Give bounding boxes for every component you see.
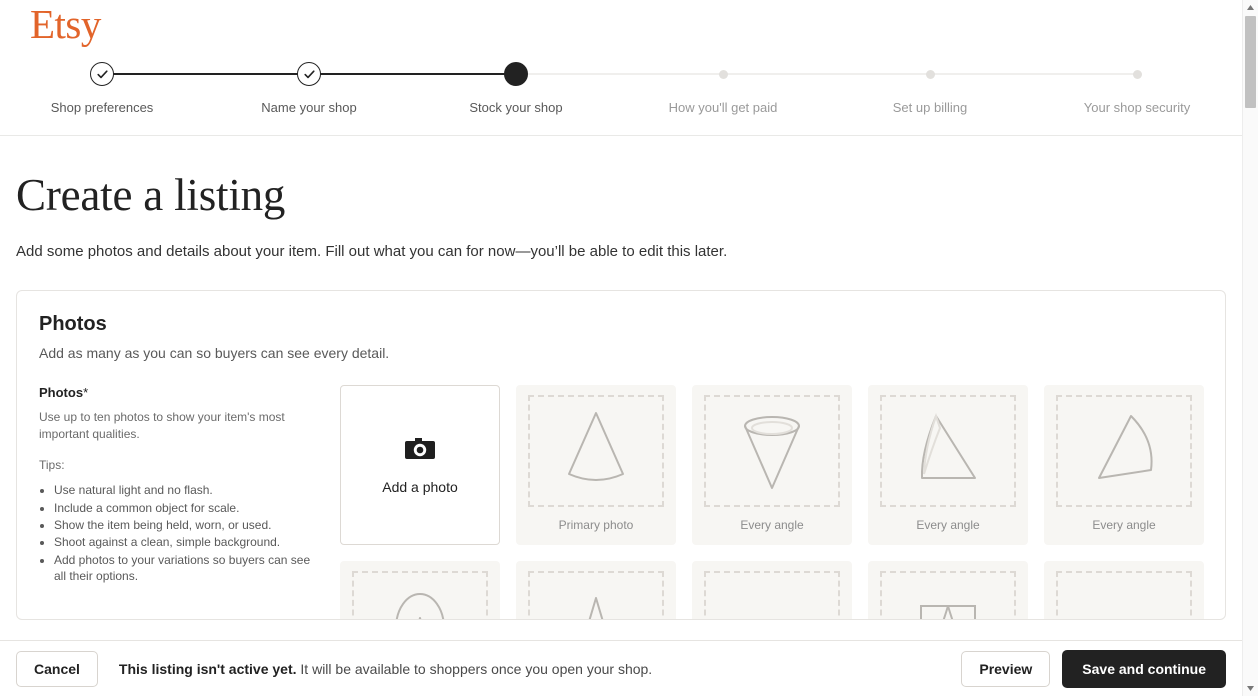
stepper-connector	[723, 73, 930, 75]
tip-item: Show the item being held, worn, or used.	[54, 517, 320, 533]
photo-placeholder-tile[interactable]: Every angle	[1044, 385, 1204, 546]
page-subtitle: Add some photos and details about your i…	[16, 243, 728, 261]
stepper-connector	[309, 73, 516, 75]
photo-placeholder-tile[interactable]	[1044, 561, 1204, 620]
required-marker: *	[83, 385, 89, 401]
step-pending-dot-icon	[718, 69, 728, 79]
photo-placeholder-tile[interactable]	[340, 561, 500, 620]
scroll-up-arrow-icon[interactable]	[1243, 0, 1258, 15]
photo-dropzone[interactable]	[528, 571, 664, 620]
stepper-step-label: Set up billing	[892, 100, 968, 115]
stepper-connector	[102, 73, 309, 75]
tip-item: Shoot against a clean, simple background…	[54, 534, 320, 550]
photo-dropzone[interactable]	[880, 571, 1016, 620]
photo-placeholder-tile[interactable]: Every angle	[692, 385, 852, 546]
scrollbar-thumb[interactable]	[1245, 16, 1256, 108]
photo-dropzone[interactable]	[704, 571, 840, 620]
photo-placeholder-tile[interactable]: Every angle	[868, 385, 1028, 546]
bottom-action-bar: Cancel This listing isn't active yet. It…	[0, 640, 1242, 696]
photo-placeholder-tile[interactable]	[868, 561, 1028, 620]
photos-help-column: Photos* Use up to ten photos to show you…	[39, 385, 340, 619]
browser-viewport: Etsy Shop preferences Name your shop Stock…	[0, 0, 1258, 696]
photo-placeholder-label: Every angle	[916, 518, 980, 533]
stepper-step-1[interactable]: Shop preferences	[22, 58, 182, 115]
stepper-connector	[516, 73, 723, 75]
photo-placeholder-tile[interactable]	[516, 561, 676, 620]
stepper-step-label: Stock your shop	[469, 100, 563, 115]
listing-status-text: This listing isn't active yet. It will b…	[119, 661, 652, 677]
camera-icon	[405, 436, 435, 466]
step-complete-check-icon	[297, 62, 321, 86]
photo-dropzone[interactable]	[1056, 395, 1192, 508]
page-root: Etsy Shop preferences Name your shop Stock…	[0, 0, 1242, 696]
tips-list: Use natural light and no flash. Include a…	[39, 482, 320, 584]
save-and-continue-button[interactable]: Save and continue	[1062, 649, 1226, 688]
stepper-step-label: Shop preferences	[50, 100, 154, 115]
step-pending-dot-icon	[925, 69, 935, 79]
step-pending-dot-icon	[1132, 69, 1142, 79]
listing-status-rest: It will be available to shoppers once yo…	[296, 660, 653, 677]
photo-placeholder-tile[interactable]: Primary photo	[516, 385, 676, 546]
listing-status-bold: This listing isn't active yet.	[118, 660, 297, 677]
page-title: Create a listing	[16, 170, 286, 220]
page-scrollbar[interactable]	[1242, 0, 1258, 696]
stepper-step-4: How you'll get paid	[643, 58, 803, 115]
add-photo-tile[interactable]: Add a photo	[340, 385, 500, 546]
stepper-step-3[interactable]: Stock your shop	[436, 58, 596, 115]
photo-dropzone[interactable]	[352, 571, 488, 620]
tip-item: Include a common object for scale.	[54, 500, 320, 516]
photos-card-title: Photos	[39, 313, 107, 336]
stepper-step-6: Your shop security	[1057, 58, 1217, 115]
tip-item: Add photos to your variations so buyers …	[54, 552, 320, 585]
stepper-step-2[interactable]: Name your shop	[229, 58, 389, 115]
scroll-down-arrow-icon[interactable]	[1243, 681, 1258, 696]
tip-item: Use natural light and no flash.	[54, 482, 320, 498]
cancel-button[interactable]: Cancel	[16, 650, 98, 687]
stepper-step-label: How you'll get paid	[668, 100, 778, 115]
photo-dropzone[interactable]	[528, 395, 664, 508]
photo-placeholder-tile[interactable]	[692, 561, 852, 620]
photos-grid: Add a photo Primary photo Every angle Every…	[340, 385, 1204, 620]
onboarding-stepper: Shop preferences Name your shop Stock your…	[0, 58, 1242, 120]
preview-button[interactable]: Preview	[961, 650, 1051, 687]
photo-placeholder-label: Primary photo	[558, 518, 634, 533]
page-content: Create a listing Add some photos and det…	[0, 136, 1242, 640]
photos-field-label: Photos*	[39, 385, 320, 400]
photos-card-subtitle: Add as many as you can so buyers can see…	[39, 345, 390, 362]
photo-dropzone[interactable]	[704, 395, 840, 508]
photos-field-label-text: Photos	[39, 385, 84, 401]
photo-placeholder-label: Every angle	[740, 518, 804, 533]
stepper-step-5: Set up billing	[850, 58, 1010, 115]
photo-placeholder-label: Every angle	[1092, 518, 1156, 533]
etsy-logo[interactable]: Etsy	[30, 4, 101, 45]
step-complete-check-icon	[90, 62, 114, 86]
step-current-dot-icon	[504, 62, 528, 86]
add-photo-label: Add a photo	[382, 478, 458, 495]
site-header: Etsy Shop preferences Name your shop Stock…	[0, 0, 1242, 136]
photos-row: Photos* Use up to ten photos to show you…	[39, 385, 1204, 620]
stepper-step-label: Your shop security	[1083, 100, 1191, 115]
photos-field-help: Use up to ten photos to show your item's…	[39, 410, 285, 442]
photos-card: Photos Add as many as you can so buyers …	[16, 290, 1226, 621]
stepper-step-label: Name your shop	[261, 100, 357, 115]
stepper-connector	[930, 73, 1137, 75]
photo-dropzone[interactable]	[1056, 571, 1192, 620]
photo-dropzone[interactable]	[880, 395, 1016, 508]
tips-label: Tips:	[39, 458, 65, 473]
